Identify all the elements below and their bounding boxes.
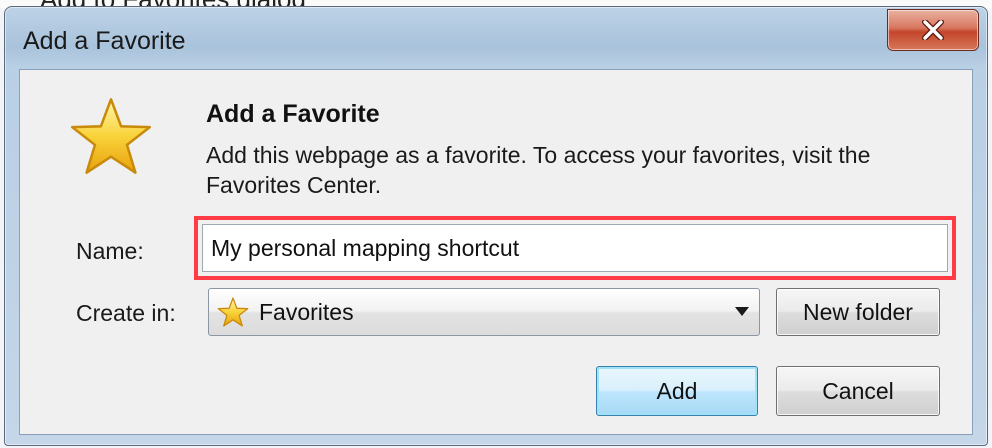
chevron-down-icon	[735, 307, 749, 316]
title-bar[interactable]: Add a Favorite	[5, 7, 987, 69]
window-title: Add a Favorite	[23, 27, 186, 55]
new-folder-button[interactable]: New folder	[776, 288, 940, 336]
create-in-selected-value: Favorites	[259, 299, 354, 325]
star-icon	[217, 297, 249, 327]
add-button[interactable]: Add	[596, 366, 758, 416]
name-input[interactable]	[202, 224, 948, 272]
create-in-dropdown[interactable]: Favorites	[208, 288, 760, 336]
add-favorite-dialog: Add a Favorite Add a Favorite Add this w…	[4, 6, 988, 446]
dialog-description: Add this webpage as a favorite. To acces…	[206, 142, 871, 198]
cancel-button[interactable]: Cancel	[776, 366, 940, 416]
dialog-heading: Add a Favorite	[206, 100, 380, 128]
close-icon	[922, 20, 944, 40]
dialog-content: Add a Favorite Add this webpage as a fav…	[19, 69, 973, 435]
close-button[interactable]	[887, 9, 979, 51]
star-icon	[71, 98, 151, 174]
name-label: Name:	[76, 238, 144, 264]
create-in-label: Create in:	[76, 300, 176, 326]
